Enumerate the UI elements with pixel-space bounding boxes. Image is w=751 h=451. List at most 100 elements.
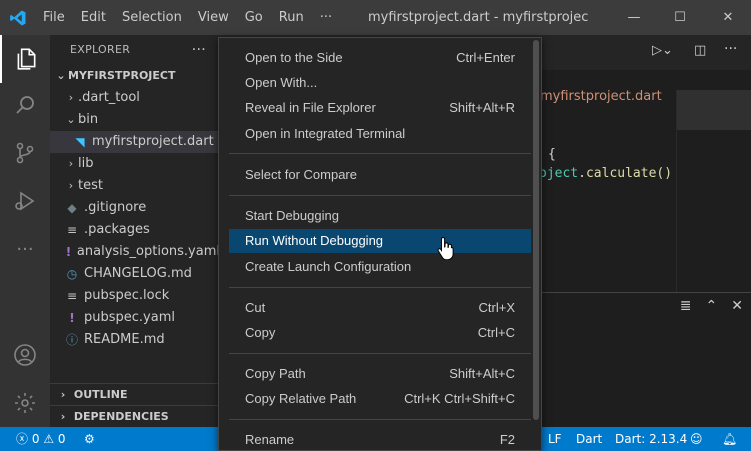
tree-item-changelog[interactable]: ◷ CHANGELOG.md [50, 263, 220, 285]
menu-item-copy-relative-path[interactable]: Copy Relative Path Ctrl+K Ctrl+Shift+C [229, 387, 531, 411]
menu-item-shortcut: F2 [499, 432, 515, 447]
menu-item-label: Open to the Side [245, 50, 343, 65]
account-icon [14, 344, 36, 366]
tree-item-label: .packages [84, 222, 150, 237]
tree-item-myfirstproject-dart[interactable]: ◥ myfirstproject.dart [50, 131, 220, 153]
menu-separator [229, 195, 531, 196]
menu-item-start-debugging[interactable]: Start Debugging [229, 204, 531, 228]
feedback-icon[interactable]: ☺ [690, 427, 703, 451]
tree-item-label: test [78, 178, 103, 193]
explorer-more-button[interactable]: ··· [192, 35, 206, 65]
menu-edit[interactable]: Edit [73, 0, 114, 35]
tree-item-analysis-options[interactable]: ! analysis_options.yaml [50, 241, 220, 263]
context-menu: Open to the Side Ctrl+Enter Open With... … [218, 37, 542, 451]
menu-item-open-to-side[interactable]: Open to the Side Ctrl+Enter [229, 46, 531, 70]
files-icon [17, 48, 36, 70]
tree-item-lib[interactable]: › lib [50, 153, 220, 175]
explorer-title: EXPLORER ··· [50, 35, 220, 65]
error-icon: ⓧ [16, 432, 29, 446]
activity-bar: ··· [0, 35, 50, 427]
language-status[interactable]: Dart [576, 427, 602, 451]
gear-icon [15, 393, 35, 413]
clear-output-icon[interactable]: ≣ [680, 298, 692, 314]
menu-item-label: Rename [245, 432, 295, 447]
tree-item-bin[interactable]: ⌄ bin [50, 109, 220, 131]
menu-item-copy-path[interactable]: Copy Path Shift+Alt+C [229, 362, 531, 386]
tree-item-label: lib [78, 156, 94, 171]
menu-item-shortcut: Ctrl+C [477, 325, 515, 340]
close-window-button[interactable]: ✕ [705, 0, 751, 35]
git-file-icon: ◆ [67, 201, 77, 215]
menu-view[interactable]: View [190, 0, 237, 35]
minimap-slider[interactable] [677, 90, 751, 130]
chevron-up-icon[interactable]: ⌃ [706, 298, 718, 314]
chevron-right-icon: › [60, 388, 66, 401]
run-debug-activity-button[interactable] [0, 177, 50, 225]
menu-item-shortcut: Ctrl+Enter [456, 50, 515, 65]
menu-item-label: Run Without Debugging [245, 233, 384, 248]
notifications-bell-icon[interactable]: 🔔︎ [722, 427, 737, 451]
minimap[interactable] [676, 90, 751, 292]
eol-status[interactable]: LF [548, 427, 562, 451]
minimize-button[interactable]: — [611, 0, 657, 35]
title-bar: File Edit Selection View Go Run ··· myfi… [0, 0, 751, 35]
project-name: MYFIRSTPROJECT [68, 69, 176, 82]
menu-item-run-without-debugging[interactable]: Run Without Debugging [229, 229, 531, 253]
menu-item-rename[interactable]: Rename F2 [229, 428, 531, 451]
warning-count: 0 [57, 432, 66, 446]
dart-sdk-status[interactable]: Dart: 2.13.4 [615, 427, 687, 451]
menu-item-label: Copy Path [245, 366, 306, 381]
search-activity-button[interactable] [0, 81, 50, 129]
menu-separator [229, 353, 531, 354]
menu-item-label: Cut [245, 300, 266, 315]
menu-go[interactable]: Go [237, 0, 271, 35]
close-panel-icon[interactable]: ✕ [731, 298, 743, 314]
menu-item-shortcut: Ctrl+X [478, 300, 515, 315]
list-file-icon: ≡ [66, 223, 78, 237]
manage-activity-button[interactable] [0, 379, 50, 427]
tree-item-gitignore[interactable]: ◆ .gitignore [50, 197, 220, 219]
maximize-button[interactable]: ☐ [657, 0, 703, 35]
breadcrumb[interactable]: myfirstproject.dart [540, 89, 662, 104]
source-control-activity-button[interactable] [0, 129, 50, 177]
context-menu-scrollbar[interactable] [533, 40, 539, 420]
menu-selection[interactable]: Selection [114, 0, 190, 35]
menu-item-label: Create Launch Configuration [245, 259, 412, 274]
outline-section-header[interactable]: › OUTLINE [50, 383, 220, 405]
split-editor-icon[interactable]: ◫ [694, 43, 706, 58]
tree-item-pubspec-yaml[interactable]: ! pubspec.yaml [50, 307, 220, 329]
code-object: oject [539, 166, 579, 181]
debug-status-icon[interactable]: ⚙ [84, 427, 95, 451]
explorer-activity-button[interactable] [0, 35, 50, 83]
extensions-more-icon[interactable]: ··· [0, 225, 50, 273]
tree-item-test[interactable]: › test [50, 175, 220, 197]
dependencies-section-header[interactable]: › DEPENDENCIES [50, 405, 220, 427]
problems-status[interactable]: ⓧ 0 ⚠ 0 [16, 427, 66, 451]
menu-item-label: Open With... [245, 75, 318, 90]
chevron-right-icon: › [68, 91, 74, 104]
more-actions-icon[interactable]: ··· [724, 41, 737, 57]
explorer-sidebar: EXPLORER ··· ⌄ MYFIRSTPROJECT › .dart_to… [50, 35, 220, 427]
menu-file[interactable]: File [35, 0, 73, 35]
chevron-down-icon: ⌄ [56, 69, 66, 82]
accounts-activity-button[interactable] [0, 331, 50, 379]
tree-item-label: analysis_options.yaml [76, 244, 220, 259]
menu-item-open-in-terminal[interactable]: Open in Integrated Terminal [229, 122, 531, 146]
warning-icon: ⚠ [43, 432, 55, 446]
menu-item-open-with[interactable]: Open With... [229, 71, 531, 95]
menu-item-copy[interactable]: Copy Ctrl+C [229, 321, 531, 345]
menu-more[interactable]: ··· [312, 0, 340, 35]
outline-label: OUTLINE [73, 388, 128, 401]
tree-item-pubspec-lock[interactable]: ≡ pubspec.lock [50, 285, 220, 307]
menu-item-reveal-in-explorer[interactable]: Reveal in File Explorer Shift+Alt+R [229, 96, 531, 120]
menu-run[interactable]: Run [271, 0, 312, 35]
menu-item-select-for-compare[interactable]: Select for Compare [229, 163, 531, 187]
code-line-brace: { [548, 147, 556, 162]
tree-item-packages[interactable]: ≡ .packages [50, 219, 220, 241]
project-root[interactable]: ⌄ MYFIRSTPROJECT [50, 65, 220, 87]
tree-item-dart-tool[interactable]: › .dart_tool [50, 87, 220, 109]
menu-item-cut[interactable]: Cut Ctrl+X [229, 296, 531, 320]
menu-item-create-launch-config[interactable]: Create Launch Configuration [229, 255, 531, 279]
run-dropdown-icon[interactable]: ▷⌄ [652, 43, 673, 58]
tree-item-readme[interactable]: ⓘ README.md [50, 329, 220, 351]
